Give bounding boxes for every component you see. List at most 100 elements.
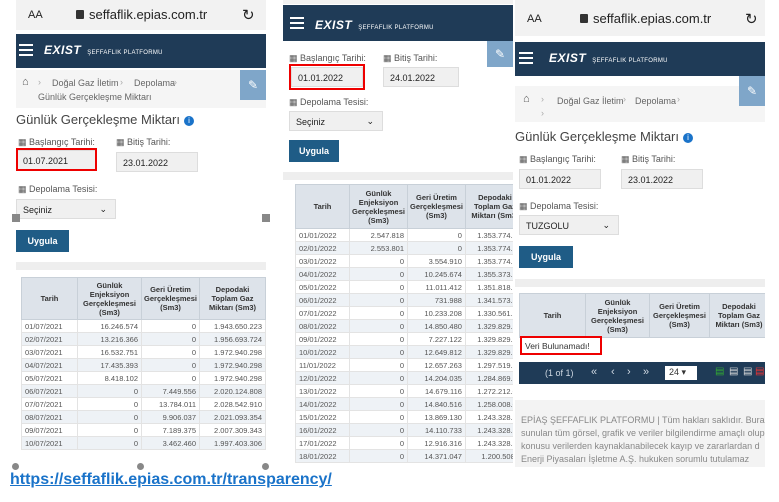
pdf-export-icon[interactable]: ▤ (755, 366, 764, 377)
print-icon[interactable]: ▤ (729, 366, 738, 377)
col-header-total[interactable]: Depodaki Toplam Gaz Miktarı (Sm3) (199, 277, 266, 320)
text-size-button[interactable]: AA (527, 13, 542, 25)
chevron-down-icon: ⌄ (366, 116, 374, 126)
no-data-message: Veri Bulunamadı! (525, 341, 590, 351)
table-cell: 10/07/2021 (21, 436, 78, 450)
next-page-icon[interactable]: › (627, 366, 631, 378)
chat-icon[interactable]: ✎ (739, 76, 765, 106)
breadcrumb: ⌂ › Doğal Gaz İletim › Depolama › Günlük… (16, 70, 266, 108)
table-cell: 0 (349, 280, 408, 294)
end-date-input[interactable]: 23.01.2022 (621, 169, 703, 189)
selection-handle[interactable] (137, 463, 144, 470)
footer-text: EPİAŞ ŞEFFAFLIK PLATFORMU | Tüm hakları … (521, 414, 765, 466)
breadcrumb: ⌂ › Doğal Gaz İletim › Depolama › › (515, 86, 765, 122)
table-cell: 1.329.829.92 (464, 332, 513, 346)
end-date-label-text: Bitiş Tarihi: (632, 154, 676, 164)
start-date-input[interactable]: 01.01.2022 (519, 169, 601, 189)
table-cell: 2.020.124.808 (199, 384, 266, 398)
col-header-date[interactable]: Tarih (519, 293, 586, 338)
facility-select[interactable]: Seçiniz ⌄ (289, 111, 383, 131)
table-cell: 03/07/2021 (21, 345, 78, 359)
table-cell: 0 (349, 254, 408, 268)
breadcrumb-item[interactable]: Doğal Gaz İletim (557, 96, 624, 106)
facility-select[interactable]: Seçiniz ⌄ (16, 199, 116, 219)
table-row: 11/01/2022012.657.2631.297.519.10 (295, 358, 513, 372)
table-cell: 1.943.650.223 (199, 319, 266, 333)
facility-select[interactable]: TUZGOLU ⌄ (519, 215, 619, 235)
url-field[interactable]: seffaflik.epias.com.tr (580, 11, 711, 26)
table-cell: 17.435.393 (77, 358, 142, 372)
end-date-input[interactable]: 24.01.2022 (383, 67, 459, 87)
apply-button[interactable]: Uygula (16, 230, 69, 252)
table-cell: 0 (349, 267, 408, 281)
col-header-withdrawal[interactable]: Geri Üretim Gerçekleşmesi (Sm3) (649, 293, 710, 338)
screenshot-panel-2: EXIST ŞEFFAFLIK PLATFORMU ✎ ▦ Başlangıç T… (283, 0, 513, 467)
col-header-injection[interactable]: Günlük Enjeksiyon Gerçekleşmesi (Sm3) (585, 293, 650, 338)
footer-line: sunulan tüm görsel, grafik ve veriler bi… (521, 428, 765, 438)
home-icon[interactable]: ⌂ (523, 93, 530, 105)
col-header-date[interactable]: Tarih (295, 184, 350, 229)
apply-button[interactable]: Uygula (519, 246, 573, 268)
transparency-link[interactable]: https://seffaflik.epias.com.tr/transpare… (10, 471, 332, 489)
table-cell: 1.972.940.298 (199, 371, 266, 385)
table-body: 01/07/2021 16.246.574 0 1.943.650.223 02/07/… (21, 319, 266, 450)
last-page-icon[interactable]: » (643, 366, 649, 378)
col-header-injection[interactable]: Günlük Enjeksiyon Gerçekleşmesi (Sm3) (349, 184, 408, 229)
table-cell: 11/01/2022 (295, 358, 350, 372)
menu-icon[interactable] (290, 17, 304, 29)
end-date-input[interactable]: 23.01.2022 (116, 152, 198, 172)
menu-icon[interactable] (519, 52, 533, 64)
selection-handle[interactable] (262, 214, 270, 222)
table-cell: 1.353.774.74 (464, 254, 513, 268)
selection-handle[interactable] (262, 463, 269, 470)
first-page-icon[interactable]: « (591, 366, 597, 378)
pagination-bar: (1 of 1) « ‹ › » 24 ▾ ▤ ▤ ▤ ▤ (519, 362, 765, 384)
exist-logo[interactable]: EXIST ŞEFFAFLIK PLATFORMU (549, 51, 668, 65)
rows-per-page-select[interactable]: 24 ▾ (665, 366, 697, 380)
apply-button[interactable]: Uygula (289, 140, 339, 162)
table-cell: 0 (141, 345, 200, 359)
chat-icon[interactable]: ✎ (240, 70, 266, 100)
platform-name: ŞEFFAFLIK PLATFORMU (592, 58, 668, 64)
prev-page-icon[interactable]: ‹ (611, 366, 615, 378)
menu-icon[interactable] (19, 44, 33, 56)
exist-logo[interactable]: EXIST ŞEFFAFLIK PLATFORMU (315, 18, 434, 32)
col-header-total[interactable]: Depodaki Toplam Gaz Miktarı (Sm3) (464, 184, 513, 229)
breadcrumb-item[interactable]: Depolama (134, 78, 175, 88)
breadcrumb-item[interactable]: Depolama (635, 96, 676, 106)
chat-icon[interactable]: ✎ (487, 41, 513, 67)
reload-icon[interactable]: ↻ (242, 6, 255, 24)
col-header-total[interactable]: Depodaki Toplam Gaz Miktarı (Sm3) (709, 293, 765, 338)
table-cell: 14/01/2022 (295, 397, 350, 411)
table-row: 02/01/20222.553.80101.353.774.74 (295, 241, 513, 255)
selection-handle[interactable] (12, 463, 19, 470)
table-cell: 0 (349, 410, 408, 424)
table-cell: 13.869.130 (407, 410, 466, 424)
reload-icon[interactable]: ↻ (745, 10, 758, 28)
col-header-date[interactable]: Tarih (21, 277, 78, 320)
col-header-withdrawal[interactable]: Geri Üretim Gerçekleşmesi (Sm3) (141, 277, 200, 320)
table-row: 03/07/2021 16.532.751 0 1.972.940.298 (21, 345, 266, 359)
info-icon[interactable]: i (184, 116, 194, 126)
table-cell: 2.028.542.910 (199, 397, 266, 411)
info-icon[interactable]: i (683, 133, 693, 143)
exist-logo[interactable]: EXIST ŞEFFAFLIK PLATFORMU (44, 43, 163, 57)
table-cell: 731.988 (407, 293, 466, 307)
col-header-withdrawal[interactable]: Geri Üretim Gerçekleşmesi (Sm3) (407, 184, 466, 229)
text-size-button[interactable]: AA (28, 9, 43, 21)
table-cell: 0 (349, 384, 408, 398)
facility-label: ▦ Depolama Tesisi: (18, 184, 98, 194)
col-header-injection[interactable]: Günlük Enjeksiyon Gerçekleşmesi (Sm3) (77, 277, 142, 320)
csv-export-icon[interactable]: ▤ (743, 366, 752, 377)
table-row: 14/01/2022014.840.5161.258.008.00 (295, 397, 513, 411)
home-icon[interactable]: ⌂ (22, 76, 29, 88)
url-field[interactable]: seffaflik.epias.com.tr (76, 7, 207, 22)
excel-export-icon[interactable]: ▤ (715, 366, 724, 377)
breadcrumb-item[interactable]: Doğal Gaz İletim (52, 78, 119, 88)
table-cell: 0 (77, 410, 142, 424)
selection-handle[interactable] (12, 214, 20, 222)
table-cell: 1.355.373.90 (464, 267, 513, 281)
table-cell: 0 (349, 293, 408, 307)
table-cell: 09/07/2021 (21, 423, 78, 437)
facility-value: TUZGOLU (526, 221, 570, 231)
